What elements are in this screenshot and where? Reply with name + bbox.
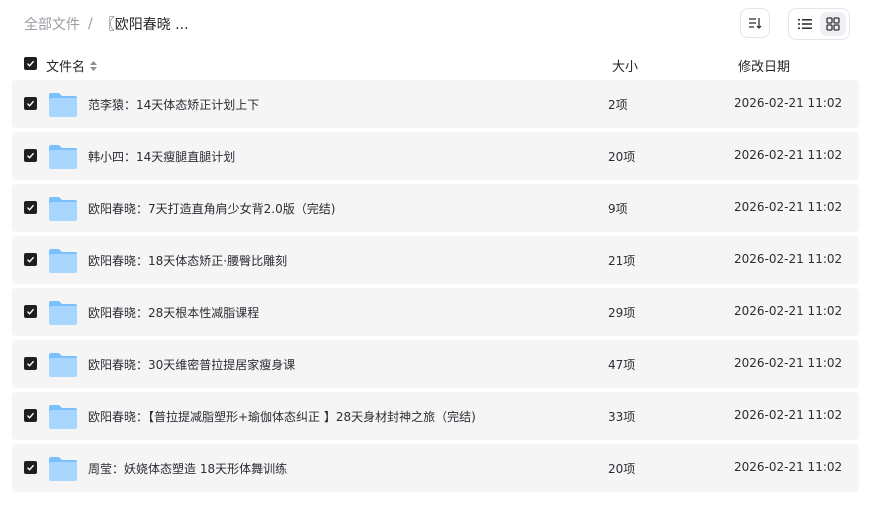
checkmark-icon (27, 204, 35, 211)
folder-icon (49, 405, 77, 429)
file-name[interactable]: 韩小四：14天瘦腿直腿计划 (88, 148, 235, 165)
row-checkbox[interactable] (24, 253, 37, 266)
row-checkbox[interactable] (24, 409, 37, 422)
checkmark-icon (27, 360, 35, 367)
breadcrumb-current: 〖欧阳春晓 ... (100, 17, 189, 33)
file-size: 47项 (608, 358, 636, 372)
row-checkbox[interactable] (24, 357, 37, 370)
checkmark-icon (27, 60, 35, 67)
file-name[interactable]: 欧阳春晓：7天打造直角肩少女背2.0版（完结) (88, 200, 335, 217)
row-checkbox[interactable] (24, 305, 37, 318)
file-date: 2026-02-21 11:02 (734, 356, 843, 370)
checkmark-icon (27, 308, 35, 315)
checkmark-icon (27, 256, 35, 263)
file-row[interactable]: 欧阳春晓：18天体态矫正·腰臀比雕刻 21项 2026-02-21 11:02 (12, 236, 859, 284)
file-row[interactable]: 韩小四：14天瘦腿直腿计划 20项 2026-02-21 11:02 (12, 132, 859, 180)
column-header-size[interactable]: 大小 (612, 56, 638, 75)
column-header-name[interactable]: 文件名 (46, 56, 98, 75)
sort-toggle-icon (90, 60, 98, 71)
file-date: 2026-02-21 11:02 (734, 304, 843, 318)
file-size: 2项 (608, 98, 628, 112)
folder-icon (49, 301, 77, 325)
file-name[interactable]: 欧阳春晓：30天维密普拉提居家瘦身课 (88, 356, 295, 373)
row-checkbox[interactable] (24, 201, 37, 214)
column-header-date[interactable]: 修改日期 (738, 56, 790, 75)
file-size: 20项 (608, 150, 636, 164)
folder-icon (49, 353, 77, 377)
file-row[interactable]: 周莹：妖娆体态塑造 18天形体舞训练 20项 2026-02-21 11:02 (12, 444, 859, 492)
file-list: 范李猿：14天体态矫正计划上下 2项 2026-02-21 11:02 韩小四：14天… (12, 80, 859, 496)
file-date: 2026-02-21 11:02 (734, 408, 843, 422)
file-size: 21项 (608, 254, 636, 268)
folder-icon (49, 145, 77, 169)
breadcrumb-root[interactable]: 全部文件 (24, 14, 80, 34)
folder-icon (49, 457, 77, 481)
checkmark-icon (27, 152, 35, 159)
file-size: 29项 (608, 306, 636, 320)
column-header-name-label: 文件名 (46, 60, 86, 75)
file-name[interactable]: 周莹：妖娆体态塑造 18天形体舞训练 (88, 460, 287, 477)
file-name[interactable]: 范李猿：14天体态矫正计划上下 (88, 96, 259, 113)
file-date: 2026-02-21 11:02 (734, 252, 843, 266)
file-row[interactable]: 欧阳春晓：30天维密普拉提居家瘦身课 47项 2026-02-21 11:02 (12, 340, 859, 388)
breadcrumb: 全部文件 / 〖欧阳春晓 ... (24, 14, 189, 34)
row-checkbox[interactable] (24, 149, 37, 162)
file-row[interactable]: 欧阳春晓：28天根本性减脂课程 29项 2026-02-21 11:02 (12, 288, 859, 336)
top-bar: 全部文件 / 〖欧阳春晓 ... (0, 0, 874, 48)
grid-view-icon (826, 17, 840, 31)
file-date: 2026-02-21 11:02 (734, 96, 843, 110)
checkmark-icon (27, 100, 35, 107)
select-all-checkbox[interactable] (24, 57, 37, 70)
file-size: 9项 (608, 202, 628, 216)
checkmark-icon (27, 464, 35, 471)
view-toggle (788, 8, 850, 40)
file-date: 2026-02-21 11:02 (734, 200, 843, 214)
list-view-icon (798, 19, 812, 29)
row-checkbox[interactable] (24, 97, 37, 110)
file-row[interactable]: 欧阳春晓：7天打造直角肩少女背2.0版（完结) 9项 2026-02-21 11:0… (12, 184, 859, 232)
file-date: 2026-02-21 11:02 (734, 148, 843, 162)
folder-icon (49, 249, 77, 273)
sort-icon (749, 18, 762, 29)
folder-icon (49, 93, 77, 117)
row-checkbox[interactable] (24, 461, 37, 474)
file-size: 33项 (608, 410, 636, 424)
sort-button[interactable] (740, 8, 770, 38)
file-size: 20项 (608, 462, 636, 476)
checkmark-icon (27, 412, 35, 419)
file-date: 2026-02-21 11:02 (734, 460, 843, 474)
file-row[interactable]: 欧阳春晓：【普拉提减脂塑形+瑜伽体态纠正 】28天身材封神之旅（完结) 33项 20… (12, 392, 859, 440)
file-name[interactable]: 欧阳春晓：18天体态矫正·腰臀比雕刻 (88, 252, 287, 269)
grid-view-button[interactable] (820, 12, 846, 36)
breadcrumb-separator: / (88, 16, 93, 32)
file-name[interactable]: 欧阳春晓：【普拉提减脂塑形+瑜伽体态纠正 】28天身材封神之旅（完结) (88, 408, 476, 425)
table-header: 文件名 大小 修改日期 (0, 50, 874, 78)
folder-icon (49, 197, 77, 221)
file-name[interactable]: 欧阳春晓：28天根本性减脂课程 (88, 304, 259, 321)
file-row[interactable]: 范李猿：14天体态矫正计划上下 2项 2026-02-21 11:02 (12, 80, 859, 128)
list-view-button[interactable] (792, 12, 818, 36)
